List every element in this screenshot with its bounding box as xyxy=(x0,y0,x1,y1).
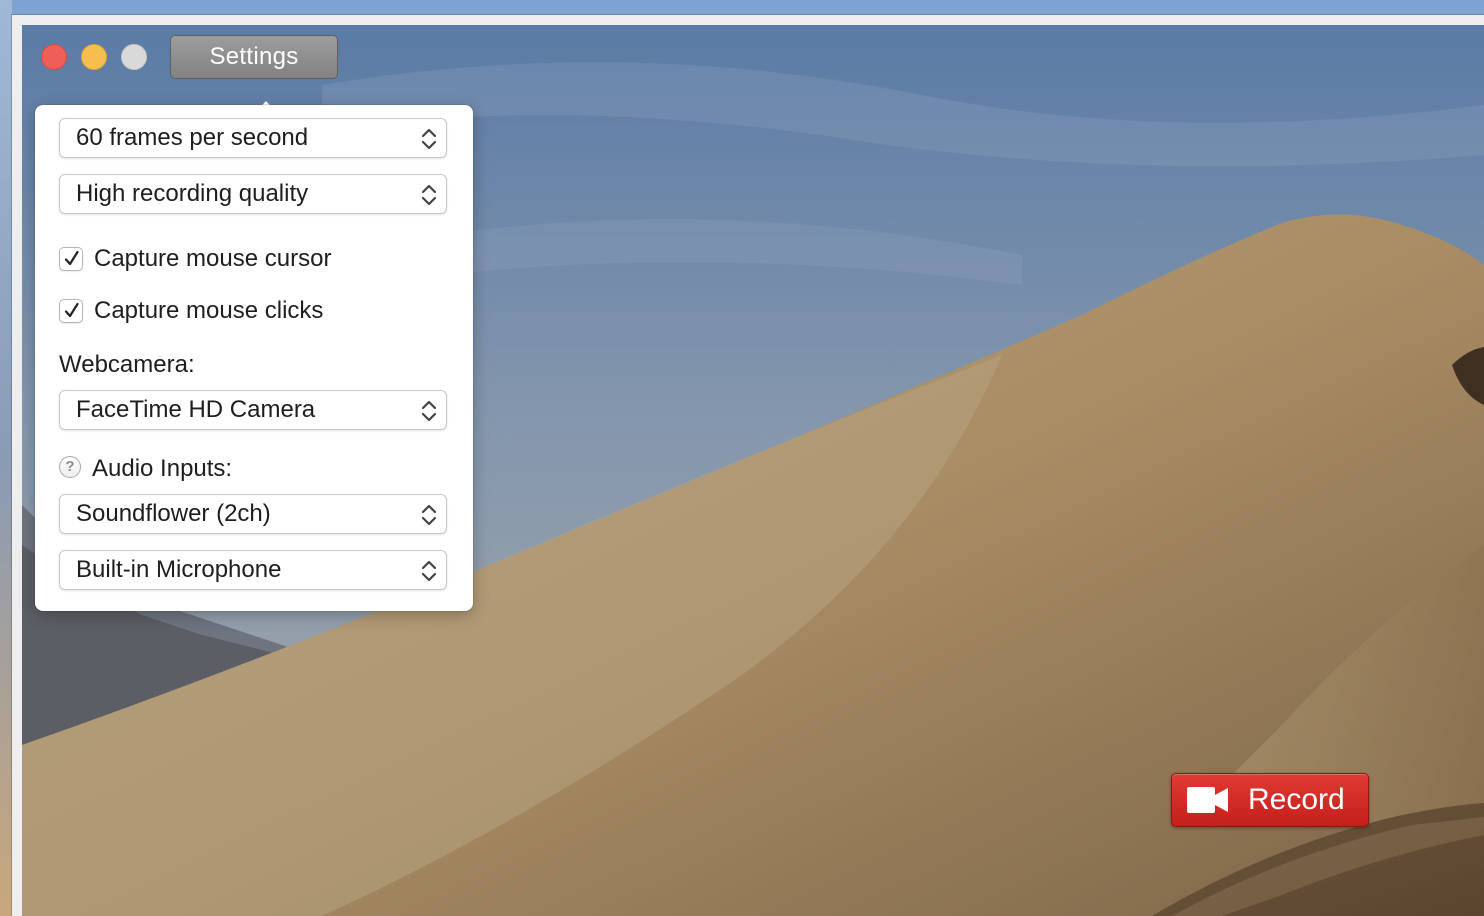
audio-input-2-value: Built-in Microphone xyxy=(76,556,282,583)
select-chevron-icon xyxy=(421,504,437,526)
webcam-select-value: FaceTime HD Camera xyxy=(76,396,316,423)
capture-clicks-row[interactable]: Capture mouse clicks xyxy=(59,296,323,326)
desktop: Settings 60 frames per second High recor… xyxy=(0,0,1484,916)
webcam-label: Webcamera: xyxy=(59,351,195,378)
help-icon[interactable]: ? xyxy=(59,456,81,478)
capture-cursor-row[interactable]: Capture mouse cursor xyxy=(59,244,331,274)
record-button[interactable]: Record xyxy=(1171,773,1369,827)
close-window-button[interactable] xyxy=(41,44,67,70)
capture-clicks-label: Capture mouse clicks xyxy=(94,297,324,324)
quality-select-value: High recording quality xyxy=(76,180,309,207)
capture-clicks-checkbox[interactable] xyxy=(59,299,83,323)
capture-cursor-label: Capture mouse cursor xyxy=(94,245,332,272)
settings-button[interactable]: Settings xyxy=(170,35,338,79)
select-chevron-icon xyxy=(421,128,437,150)
select-chevron-icon xyxy=(421,184,437,206)
minimize-window-button[interactable] xyxy=(81,44,107,70)
capture-cursor-checkbox[interactable] xyxy=(59,247,83,271)
audio-inputs-label: Audio Inputs: xyxy=(92,455,233,482)
quality-select[interactable]: High recording quality xyxy=(59,174,447,214)
audio-input-select-1[interactable]: Soundflower (2ch) xyxy=(59,494,447,534)
zoom-window-button[interactable] xyxy=(121,44,147,70)
video-camera-icon xyxy=(1187,787,1228,813)
select-chevron-icon xyxy=(421,560,437,582)
select-chevron-icon xyxy=(421,400,437,422)
desktop-background-edge xyxy=(0,0,12,916)
settings-popover: 60 frames per second High recording qual… xyxy=(35,105,473,611)
fps-select[interactable]: 60 frames per second xyxy=(59,118,447,158)
audio-input-1-value: Soundflower (2ch) xyxy=(76,500,271,527)
checkmark-icon xyxy=(64,250,79,266)
record-button-label: Record xyxy=(1248,783,1345,816)
checkmark-icon xyxy=(64,302,79,318)
fps-select-value: 60 frames per second xyxy=(76,124,309,151)
webcam-select[interactable]: FaceTime HD Camera xyxy=(59,390,447,430)
audio-input-select-2[interactable]: Built-in Microphone xyxy=(59,550,447,590)
